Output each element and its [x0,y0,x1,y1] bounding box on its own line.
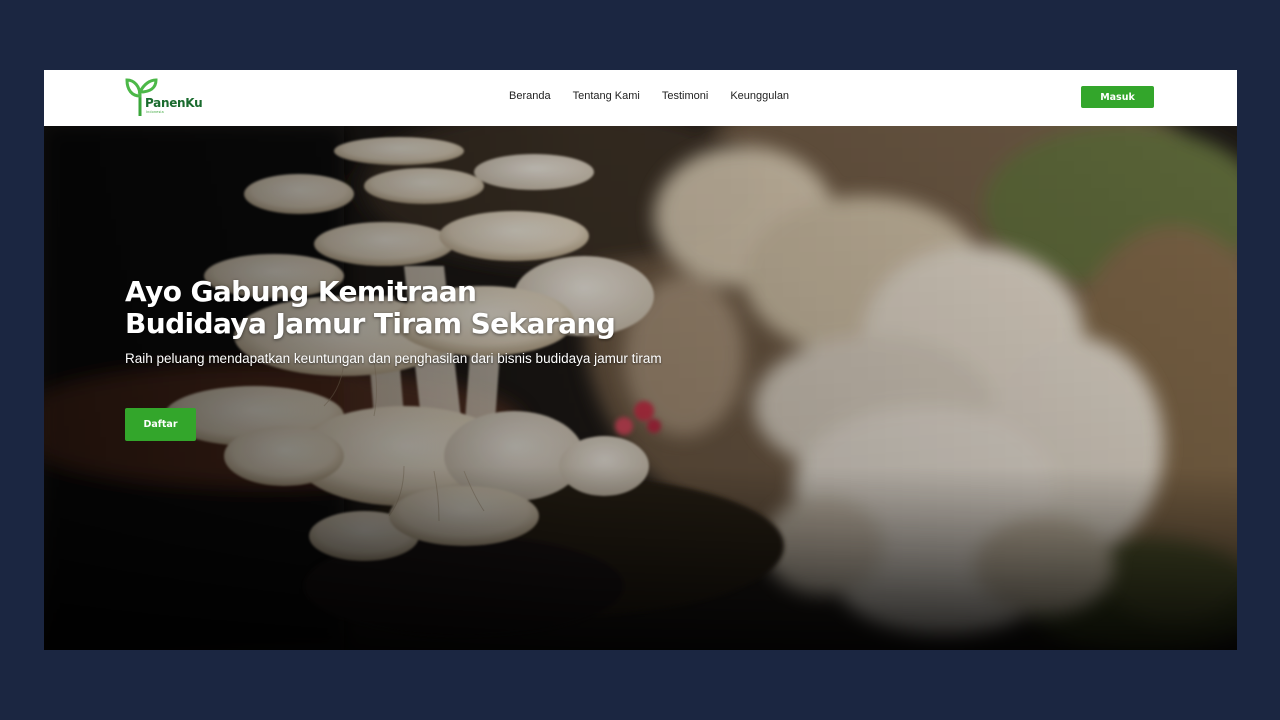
nav-link-beranda[interactable]: Beranda [509,90,551,102]
nav-link-testimoni[interactable]: Testimoni [662,90,708,102]
hero-title: Ayo Gabung Kemitraan Budidaya Jamur Tira… [125,275,616,340]
nav-link-keunggulan[interactable]: Keunggulan [730,90,789,102]
main-nav: Beranda Tentang Kami Testimoni Keunggula… [509,90,811,102]
login-button[interactable]: Masuk [1081,86,1154,108]
hero-background-image [44,126,1237,650]
register-button[interactable]: Daftar [125,408,196,441]
navbar: PanenKu Indonesia Beranda Tentang Kami T… [44,70,1237,126]
nav-link-tentang-kami[interactable]: Tentang Kami [573,90,640,102]
logo-subtext: Indonesia [146,110,164,114]
logo[interactable]: PanenKu Indonesia [124,74,214,118]
logo-wordmark: PanenKu [145,96,203,110]
browser-viewport: PanenKu Indonesia Beranda Tentang Kami T… [44,70,1237,650]
hero-subtitle: Raih peluang mendapatkan keuntungan dan … [125,351,662,366]
hero-section: Ayo Gabung Kemitraan Budidaya Jamur Tira… [44,126,1237,650]
hero-title-line-1: Ayo Gabung Kemitraan [125,275,477,308]
hero-title-line-2: Budidaya Jamur Tiram Sekarang [125,307,616,340]
